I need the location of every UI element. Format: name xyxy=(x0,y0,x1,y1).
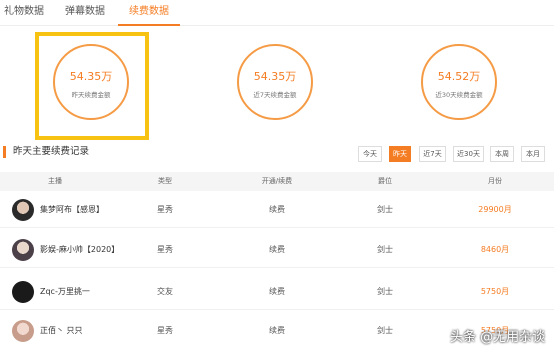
month-cell: 5750月 xyxy=(480,287,510,296)
month-cell: 8460月 xyxy=(480,245,510,254)
stat-value: 54.52万 xyxy=(437,70,481,83)
tab-danmaku-data[interactable]: 弹幕数据 xyxy=(58,0,112,26)
section-accent-bar xyxy=(3,146,6,158)
anchor-name[interactable]: 正佰丶 只只 xyxy=(40,313,83,349)
table-row[interactable]: 影娱-麻小帅【2020】 星秀 续费 剑士 8460月 xyxy=(0,232,554,268)
rank-cell: 剑士 xyxy=(377,245,393,254)
avatar xyxy=(12,199,34,221)
month-cell: 29900月 xyxy=(478,205,512,214)
header-action: 开通/续费 xyxy=(261,177,293,185)
table-header: 主播 类型 开通/续费 爵位 月份 xyxy=(0,172,554,191)
action-cell: 续费 xyxy=(269,205,285,214)
action-cell: 续费 xyxy=(269,245,285,254)
table-row[interactable]: 集梦阿布【感恩】 星秀 续费 剑士 29900月 xyxy=(0,192,554,228)
type-cell: 星秀 xyxy=(157,326,173,335)
tab-renewal-data[interactable]: 续费数据 xyxy=(118,0,180,26)
avatar xyxy=(12,281,34,303)
type-cell: 星秀 xyxy=(157,245,173,254)
header-anchor: 主播 xyxy=(48,177,62,185)
stat-value: 54.35万 xyxy=(253,70,297,83)
filter-30days[interactable]: 近30天 xyxy=(453,146,484,162)
anchor-name[interactable]: 影娱-麻小帅【2020】 xyxy=(40,232,119,268)
rank-cell: 剑士 xyxy=(377,326,393,335)
rank-cell: 剑士 xyxy=(377,287,393,296)
top-tabs: 礼物数据 弹幕数据 续费数据 xyxy=(0,0,554,26)
filter-this-week[interactable]: 本周 xyxy=(490,146,514,162)
action-cell: 续费 xyxy=(269,287,285,296)
watermark: 头条 @无用杂谈 xyxy=(450,330,546,345)
type-cell: 星秀 xyxy=(157,205,173,214)
header-month: 月份 xyxy=(488,177,502,185)
anchor-name[interactable]: Zqc-万里挑一 xyxy=(40,274,90,310)
section-title: 昨天主要续费记录 xyxy=(13,146,90,157)
header-type: 类型 xyxy=(158,177,172,185)
header-rank: 爵位 xyxy=(378,177,392,185)
avatar xyxy=(12,320,34,342)
anchor-name[interactable]: 集梦阿布【感恩】 xyxy=(40,192,104,228)
table-row[interactable]: Zqc-万里挑一 交友 续费 剑士 5750月 xyxy=(0,274,554,310)
highlight-box xyxy=(35,32,149,140)
stat-label: 近30天续费金额 xyxy=(435,91,483,99)
action-cell: 续费 xyxy=(269,326,285,335)
avatar xyxy=(12,239,34,261)
tab-gift-data[interactable]: 礼物数据 xyxy=(0,0,48,26)
type-cell: 交友 xyxy=(157,287,173,296)
filter-today[interactable]: 今天 xyxy=(358,146,382,162)
stat-7days: 54.35万 近7天续费金额 xyxy=(237,44,313,120)
filter-7days[interactable]: 近7天 xyxy=(419,146,446,162)
rank-cell: 剑士 xyxy=(377,205,393,214)
stat-label: 近7天续费金额 xyxy=(253,91,297,99)
filter-yesterday[interactable]: 昨天 xyxy=(389,146,411,162)
filter-this-month[interactable]: 本月 xyxy=(521,146,545,162)
stat-30days: 54.52万 近30天续费金额 xyxy=(421,44,497,120)
